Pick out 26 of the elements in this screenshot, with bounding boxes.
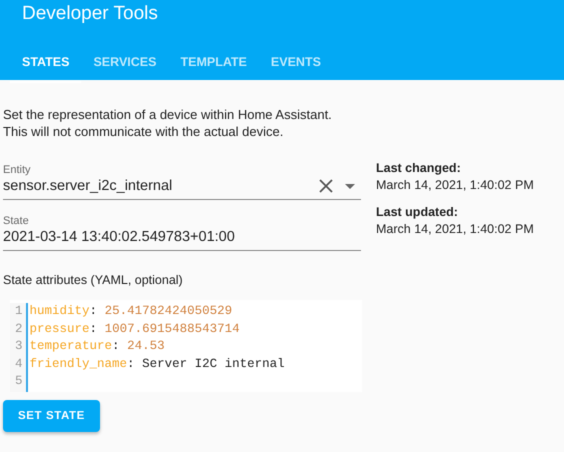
line-number: 4	[15, 356, 23, 372]
tab[interactable]: TEMPLATE	[168, 48, 259, 83]
info-label: Last updated:	[376, 205, 459, 219]
tab[interactable]: SERVICES	[81, 48, 168, 83]
tab[interactable]: STATES	[10, 48, 82, 83]
code-line: pressure: 1007.6915488543714	[30, 320, 241, 338]
line-number: 1	[15, 303, 23, 320]
tab[interactable]: EVENTS	[258, 48, 333, 83]
line-number: 5	[15, 373, 23, 390]
info-label: Last changed:	[376, 161, 462, 175]
code-editor[interactable]: 1 2 3 4 5 humidity: 25.41782424050529 pressure: 1007.6915488543714 temperature: 24.53 friendly_name: Server I2C internal	[10, 300, 362, 392]
info-value: March 14, 2021, 1:40:02 PM	[376, 222, 534, 236]
code-line: friendly_name: Server I2C internal	[30, 356, 285, 372]
caret-icon[interactable]	[345, 184, 355, 188]
page-title: Developer Tools	[22, 2, 159, 26]
attributes-label: State attributes (YAML, optional)	[3, 273, 184, 287]
info-value: March 14, 2021, 1:40:02 PM	[376, 178, 534, 192]
entity-field[interactable]: Entity sensor.server_i2c_internal	[3, 164, 361, 200]
line-number: 2	[15, 320, 23, 338]
close-icon[interactable]	[319, 179, 333, 193]
description-text: Set the representation of a device within Home Assistant. This will not communicate with the actual device.	[3, 106, 333, 140]
code-line: humidity: 25.41782424050529	[30, 303, 234, 320]
code-line: temperature: 24.53	[30, 338, 166, 355]
line-number: 3	[15, 338, 23, 355]
set-state-button[interactable]: SET STATE	[3, 400, 100, 432]
state-field[interactable]: State 2021-03-14 13:40:02.549783+01:00	[3, 215, 361, 251]
